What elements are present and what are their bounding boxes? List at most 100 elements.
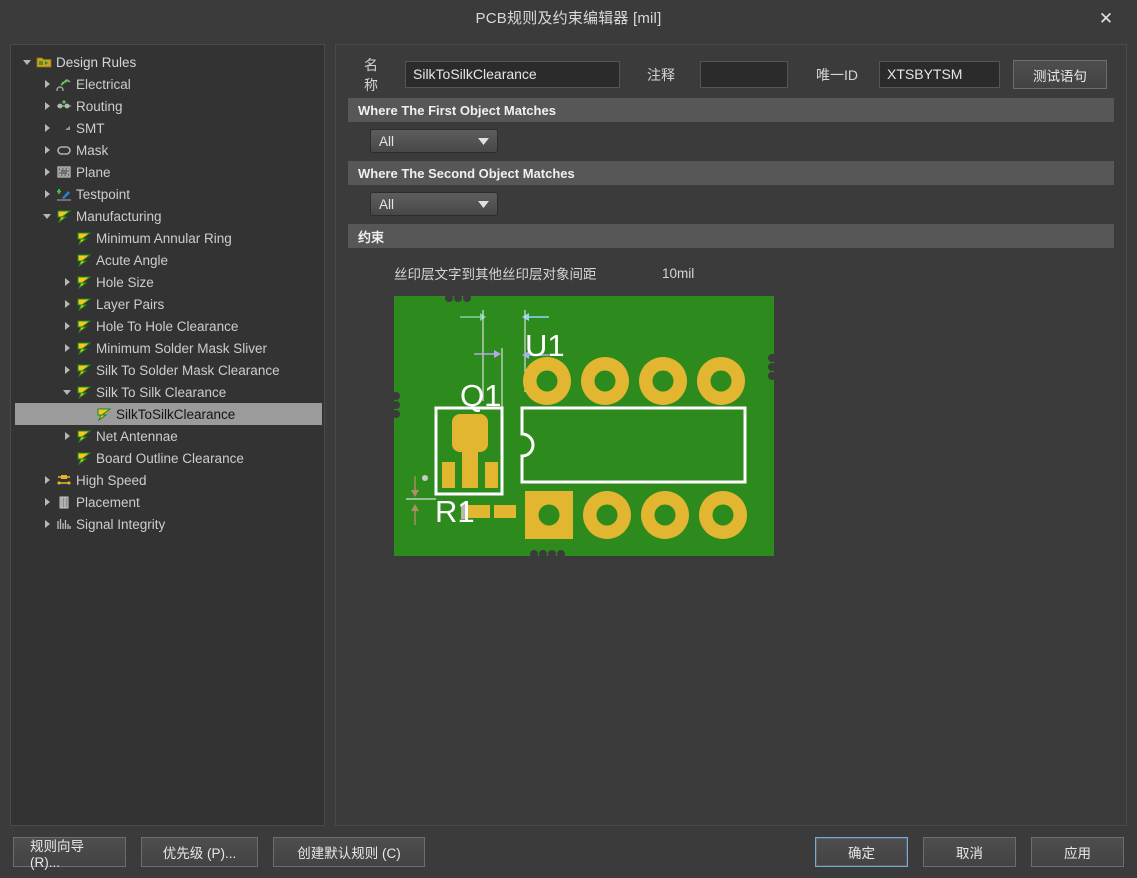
- plane-icon: [54, 165, 73, 179]
- tree-item-layer-pairs[interactable]: Layer Pairs: [15, 293, 322, 315]
- tree-item-hole-size[interactable]: Hole Size: [15, 271, 322, 293]
- chevron-right-icon[interactable]: [39, 102, 54, 110]
- tree-item-label: Plane: [76, 164, 111, 180]
- first-object-scope-value: All: [379, 133, 395, 149]
- tree-item-routing[interactable]: Routing: [15, 95, 322, 117]
- dialog-content: Design Rules Electrical Routing SMT Mask Plan…: [0, 37, 1137, 826]
- mask-icon: [54, 143, 73, 157]
- section-constraints: 约束: [348, 224, 1114, 248]
- rule-wizard-button[interactable]: 规则向导 (R)...: [13, 837, 126, 870]
- chevron-down-icon[interactable]: [59, 388, 74, 396]
- chevron-right-icon[interactable]: [39, 124, 54, 132]
- designator-r1: R1: [435, 494, 475, 529]
- tree-item-label: Mask: [76, 142, 109, 158]
- footer-left-buttons: 规则向导 (R)... 优先级 (P)... 创建默认规则 (C): [13, 837, 425, 870]
- constraint-label: 丝印层文字到其他丝印层对象间距: [394, 267, 597, 282]
- chevron-right-icon[interactable]: [59, 366, 74, 374]
- tree-item-label: Hole Size: [96, 274, 154, 290]
- test-query-button[interactable]: 测试语句: [1013, 60, 1107, 89]
- tree-item-label: Manufacturing: [76, 208, 162, 224]
- tree-item-label: Design Rules: [56, 54, 137, 70]
- chevron-right-icon[interactable]: [39, 520, 54, 528]
- create-default-rules-button[interactable]: 创建默认规则 (C): [273, 837, 425, 867]
- signal-integrity-icon: [54, 517, 73, 531]
- chevron-right-icon[interactable]: [59, 322, 74, 330]
- first-object-scope-select[interactable]: All: [370, 129, 498, 153]
- tree-item-manufacturing[interactable]: Manufacturing: [15, 205, 322, 227]
- section-second-object-matches: Where The Second Object Matches: [348, 161, 1114, 185]
- tree-item-high-speed[interactable]: High Speed: [15, 469, 322, 491]
- rule-editor-panel: 名称 注释 唯一ID 测试语句 Where The First Object M…: [335, 44, 1127, 826]
- tree-item-acute-angle[interactable]: Acute Angle: [15, 249, 322, 271]
- chevron-right-icon[interactable]: [39, 80, 54, 88]
- rule-icon: [74, 429, 93, 443]
- tree-item-electrical[interactable]: Electrical: [15, 73, 322, 95]
- tree-item-label: Silk To Silk Clearance: [96, 384, 227, 400]
- tree-item-net-antennae[interactable]: Net Antennae: [15, 425, 322, 447]
- tree-item-plane[interactable]: Plane: [15, 161, 322, 183]
- chevron-right-icon[interactable]: [59, 300, 74, 308]
- tree-item-label: Routing: [76, 98, 123, 114]
- priorities-button[interactable]: 优先级 (P)...: [141, 837, 258, 867]
- chevron-right-icon[interactable]: [59, 344, 74, 352]
- tree-item-minimum-solder-mask-sliver[interactable]: Minimum Solder Mask Sliver: [15, 337, 322, 359]
- tree-item-silktosilkclearance[interactable]: SilkToSilkClearance: [15, 403, 322, 425]
- tree-item-label: SMT: [76, 120, 105, 136]
- rule-comment-input[interactable]: [700, 61, 788, 88]
- second-object-scope-select[interactable]: All: [370, 192, 498, 216]
- routing-icon: [54, 99, 73, 113]
- chevron-right-icon[interactable]: [39, 146, 54, 154]
- chevron-right-icon[interactable]: [59, 278, 74, 286]
- tree-item-label: Hole To Hole Clearance: [96, 318, 239, 334]
- tree-item-placement[interactable]: Placement: [15, 491, 322, 513]
- tree-item-silk-to-solder-mask-clearance[interactable]: Silk To Solder Mask Clearance: [15, 359, 322, 381]
- rule-icon: [94, 407, 113, 421]
- chevron-right-icon[interactable]: [39, 476, 54, 484]
- section-first-object-matches: Where The First Object Matches: [348, 98, 1114, 122]
- second-object-scope-value: All: [379, 196, 395, 212]
- rule-header-row: 名称 注释 唯一ID 测试语句: [348, 57, 1114, 93]
- tree-item-smt[interactable]: SMT: [15, 117, 322, 139]
- design-rules-tree[interactable]: Design Rules Electrical Routing SMT Mask Plan…: [11, 45, 324, 535]
- rule-icon: [74, 451, 93, 465]
- cancel-button[interactable]: 取消: [923, 837, 1016, 867]
- tree-item-label: Testpoint: [76, 186, 131, 202]
- tree-item-label: Net Antennae: [96, 428, 178, 444]
- chevron-down-icon[interactable]: [19, 58, 34, 66]
- rule-icon: [74, 231, 93, 245]
- tree-item-board-outline-clearance[interactable]: Board Outline Clearance: [15, 447, 322, 469]
- tree-item-label: Minimum Annular Ring: [96, 230, 232, 246]
- rule-icon: [74, 319, 93, 333]
- tree-item-mask[interactable]: Mask: [15, 139, 322, 161]
- tree-item-silk-to-silk-clearance[interactable]: Silk To Silk Clearance: [15, 381, 322, 403]
- unique-id-label: 唯一ID: [816, 66, 858, 83]
- ok-button[interactable]: 确定: [815, 837, 908, 867]
- apply-button[interactable]: 应用: [1031, 837, 1124, 867]
- name-label: 名称: [364, 56, 378, 93]
- chevron-right-icon[interactable]: [39, 498, 54, 506]
- rule-icon: [74, 297, 93, 311]
- placement-icon: [54, 495, 73, 509]
- close-icon[interactable]: ✕: [1075, 0, 1137, 37]
- tree-item-hole-to-hole-clearance[interactable]: Hole To Hole Clearance: [15, 315, 322, 337]
- tree-item-testpoint[interactable]: Testpoint: [15, 183, 322, 205]
- tree-item-design-rules[interactable]: Design Rules: [15, 51, 322, 73]
- chevron-right-icon[interactable]: [39, 190, 54, 198]
- constraint-value[interactable]: 10mil: [662, 266, 694, 281]
- tree-item-signal-integrity[interactable]: Signal Integrity: [15, 513, 322, 535]
- tree-item-label: Acute Angle: [96, 252, 169, 268]
- tree-item-label: High Speed: [76, 472, 147, 488]
- unique-id-input[interactable]: [879, 61, 1000, 88]
- title-bar: PCB规则及约束编辑器 [mil] ✕: [0, 0, 1137, 37]
- chevron-right-icon[interactable]: [39, 168, 54, 176]
- chevron-down-icon[interactable]: [39, 212, 54, 220]
- chevron-right-icon[interactable]: [59, 432, 74, 440]
- tree-item-label: SilkToSilkClearance: [116, 406, 236, 422]
- rule-name-input[interactable]: [405, 61, 620, 88]
- constraint-row: 丝印层文字到其他丝印层对象间距 10mil: [394, 262, 1114, 284]
- first-object-scope-body: All: [348, 122, 1114, 159]
- tree-item-minimum-annular-ring[interactable]: Minimum Annular Ring: [15, 227, 322, 249]
- pcb-preview: U1 Q1 R1: [394, 296, 1114, 556]
- high-speed-icon: [54, 473, 73, 487]
- tree-item-label: Signal Integrity: [76, 516, 166, 532]
